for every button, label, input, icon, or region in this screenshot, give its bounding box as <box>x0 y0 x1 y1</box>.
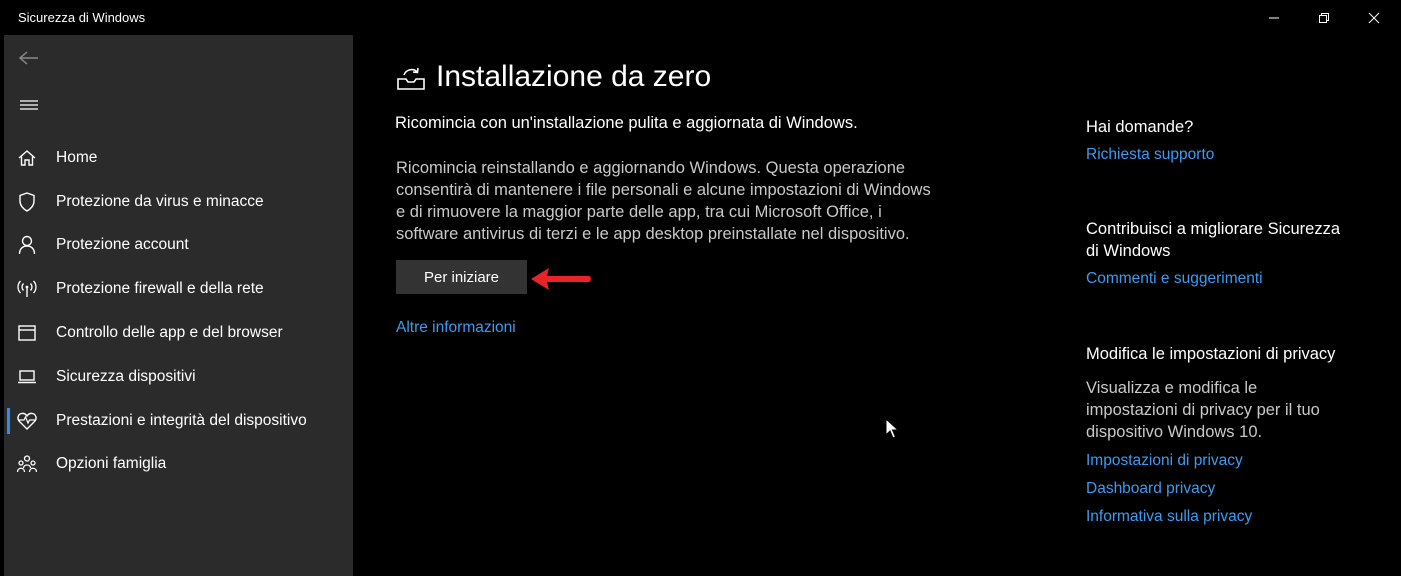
menu-button[interactable] <box>12 90 46 120</box>
minimize-button[interactable] <box>1251 0 1297 35</box>
fresh-start-icon <box>397 67 425 90</box>
sidebar-item-label: Protezione account <box>56 236 189 254</box>
questions-heading: Hai domande? <box>1086 118 1194 136</box>
selection-indicator <box>7 407 10 434</box>
sidebar: Home Protezione da virus e minacce Prote… <box>4 35 353 576</box>
sidebar-nav: Home Protezione da virus e minacce Prote… <box>4 136 353 486</box>
sidebar-item-firewall[interactable]: Protezione firewall e della rete <box>4 267 353 311</box>
privacy-text: Visualizza e modifica le impostazioni di… <box>1086 379 1320 441</box>
window-title: Sicurezza di Windows <box>18 10 146 25</box>
back-button[interactable] <box>12 43 46 73</box>
sidebar-item-label: Opzioni famiglia <box>56 455 167 473</box>
feedback-heading: Contribuisci a migliorare Sicurezza di W… <box>1086 220 1341 260</box>
sidebar-item-label: Protezione da virus e minacce <box>56 192 264 210</box>
person-icon <box>17 235 37 255</box>
sidebar-item-app-browser[interactable]: Controllo delle app e del browser <box>4 311 353 355</box>
privacy-settings-link[interactable]: Impostazioni di privacy <box>1086 452 1243 470</box>
start-button[interactable]: Per iniziare <box>396 260 527 294</box>
restore-button[interactable] <box>1301 0 1347 35</box>
page-subtitle: Ricomincia con un'installazione pulita e… <box>395 114 858 132</box>
family-icon <box>17 454 37 474</box>
sidebar-item-account-protection[interactable]: Protezione account <box>4 224 353 268</box>
wifi-antenna-icon <box>17 279 37 299</box>
heart-pulse-icon <box>17 411 37 431</box>
laptop-icon <box>17 367 37 387</box>
sidebar-item-label: Home <box>56 148 98 166</box>
back-arrow-icon <box>19 51 38 65</box>
shield-icon <box>17 191 37 212</box>
sidebar-item-device-security[interactable]: Sicurezza dispositivi <box>4 355 353 399</box>
restore-icon <box>1319 12 1329 23</box>
sidebar-item-label: Prestazioni e integrità del dispositivo <box>56 411 307 429</box>
sidebar-item-home[interactable]: Home <box>4 136 353 180</box>
more-info-link[interactable]: Altre informazioni <box>396 319 516 337</box>
support-link[interactable]: Richiesta supporto <box>1086 146 1214 164</box>
sidebar-item-device-health[interactable]: Prestazioni e integrità del dispositivo <box>4 399 353 443</box>
mouse-cursor-icon <box>885 418 900 439</box>
page-title: Installazione da zero <box>436 60 712 93</box>
feedback-link[interactable]: Commenti e suggerimenti <box>1086 270 1263 288</box>
app-window-icon <box>17 323 37 343</box>
close-button[interactable] <box>1351 0 1397 35</box>
sidebar-item-label: Protezione firewall e della rete <box>56 280 264 298</box>
sidebar-item-label: Controllo delle app e del browser <box>56 324 283 342</box>
privacy-statement-link[interactable]: Informativa sulla privacy <box>1086 508 1252 526</box>
sidebar-item-label: Sicurezza dispositivi <box>56 367 196 385</box>
sidebar-item-family-options[interactable]: Opzioni famiglia <box>4 443 353 487</box>
annotation-arrow-icon <box>531 268 591 290</box>
privacy-dashboard-link[interactable]: Dashboard privacy <box>1086 480 1215 498</box>
hamburger-icon <box>20 100 38 110</box>
privacy-heading: Modifica le impostazioni di privacy <box>1086 345 1336 363</box>
close-icon <box>1368 12 1380 23</box>
home-icon <box>17 148 37 168</box>
main-content: Installazione da zero Ricomincia con un'… <box>353 35 1401 576</box>
page-description: Ricomincia reinstallando e aggiornando W… <box>396 159 931 243</box>
title-bar: Sicurezza di Windows <box>0 0 1401 35</box>
minimize-icon <box>1269 17 1279 18</box>
sidebar-item-virus-protection[interactable]: Protezione da virus e minacce <box>4 180 353 224</box>
